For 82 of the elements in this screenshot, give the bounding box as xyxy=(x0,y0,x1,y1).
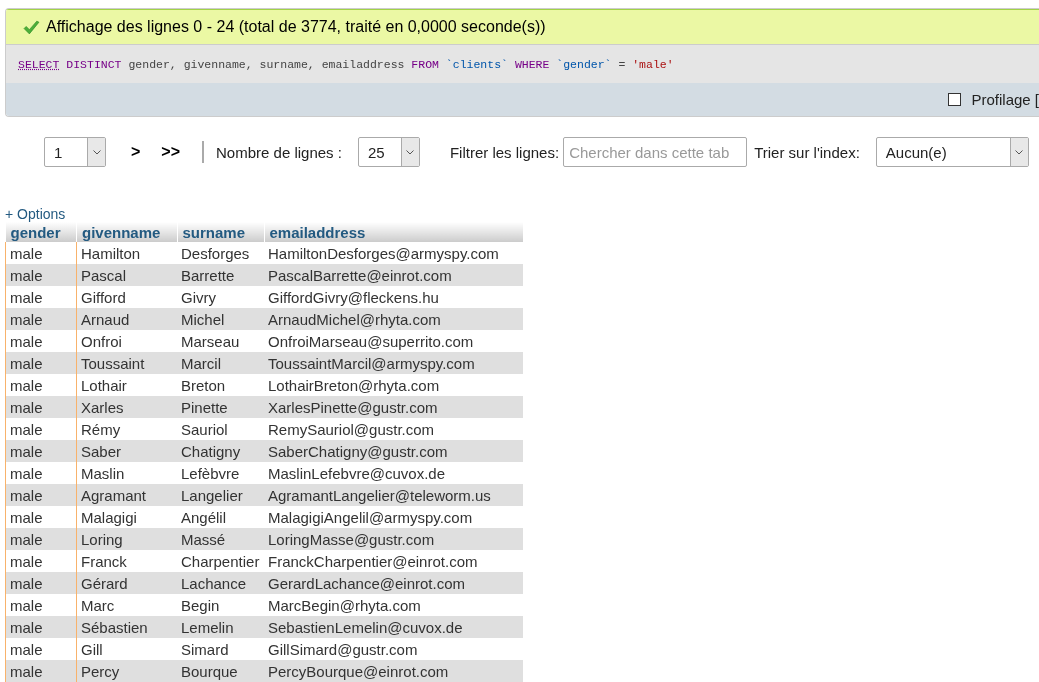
table-cell: ToussaintMarcil@armyspy.com xyxy=(264,352,523,374)
table-cell: Massé xyxy=(177,528,264,550)
table-cell: PercyBourque@einrot.com xyxy=(264,660,523,682)
table-cell: male xyxy=(5,572,77,594)
table-cell: male xyxy=(5,440,77,462)
table-cell: RemySauriol@gustr.com xyxy=(264,418,523,440)
caret-icon xyxy=(1015,149,1024,155)
table-cell: Langelier xyxy=(177,484,264,506)
table-cell: Arnaud xyxy=(76,308,177,330)
table-cell: Lemelin xyxy=(177,616,264,638)
table-cell: male xyxy=(5,264,77,286)
page-select[interactable]: 1 xyxy=(44,137,106,167)
table-cell: Pinette xyxy=(177,396,264,418)
table-cell: Barrette xyxy=(177,264,264,286)
message-text: Affichage des lignes 0 - 24 (total de 3774, traité en 0,0000 seconde(s)) xyxy=(46,18,546,36)
table-cell: PascalBarrette@einrot.com xyxy=(264,264,523,286)
table-cell: male xyxy=(5,308,77,330)
table-cell: Sauriol xyxy=(177,418,264,440)
table-cell: Sébastien xyxy=(76,616,177,638)
column-header[interactable]: givenname xyxy=(76,222,177,242)
table-cell: Givry xyxy=(177,286,264,308)
table-cell: Bourque xyxy=(177,660,264,682)
table-cell: Simard xyxy=(177,638,264,660)
table-cell: Loring xyxy=(76,528,177,550)
table-cell: LoringMasse@gustr.com xyxy=(264,528,523,550)
table-cell: FranckCharpentier@einrot.com xyxy=(264,550,523,572)
table-cell: SaberChatigny@gustr.com xyxy=(264,440,523,462)
table-cell: male xyxy=(5,616,77,638)
table-cell: male xyxy=(5,528,77,550)
table-cell: GillSimard@gustr.com xyxy=(264,638,523,660)
table-cell: Lefèbvre xyxy=(177,462,264,484)
table-cell: HamiltonDesforges@armyspy.com xyxy=(264,242,523,264)
rows-select[interactable]: 25 xyxy=(357,137,420,167)
table-cell: ArnaudMichel@rhyta.com xyxy=(264,308,523,330)
filter-field[interactable]: Chercher dans cette tab xyxy=(563,137,748,167)
table-cell: Agramant xyxy=(76,484,177,506)
column-header[interactable]: emailaddress xyxy=(264,222,523,242)
table-cell: Charpentier xyxy=(177,550,264,572)
sort-select[interactable]: Aucun(e) xyxy=(875,137,1029,167)
rows-label: Nombre de lignes : xyxy=(216,143,342,161)
table-cell: AgramantLangelier@teleworm.us xyxy=(264,484,523,506)
filter-label: Filtrer les lignes: xyxy=(449,143,560,161)
table-cell: Gérard xyxy=(76,572,177,594)
table-cell: Lachance xyxy=(177,572,264,594)
table-cell: GerardLachance@einrot.com xyxy=(264,572,523,594)
table-cell: Marseau xyxy=(177,330,264,352)
sql-query: SELECT DISTINCT gender, givenname, surname, emailaddress FROM `clients` WHERE `gender` = 'male' xyxy=(6,45,1039,83)
table-cell: Xarles xyxy=(76,396,177,418)
table-cell: SebastienLemelin@cuvox.de xyxy=(264,616,523,638)
table-cell: Percy xyxy=(76,660,177,682)
column-header[interactable]: gender xyxy=(5,222,77,242)
table-cell: Desforges xyxy=(177,242,264,264)
column-header[interactable]: surname xyxy=(177,222,264,242)
table-cell: Saber xyxy=(76,440,177,462)
table-cell: Angélil xyxy=(177,506,264,528)
table-cell: Marcil xyxy=(177,352,264,374)
table-cell: Breton xyxy=(177,374,264,396)
table-cell: Chatigny xyxy=(177,440,264,462)
profiling-label[interactable]: Profilage [ xyxy=(971,91,1039,108)
table-cell: male xyxy=(5,660,77,682)
table-cell: Toussaint xyxy=(76,352,177,374)
table-cell: male xyxy=(5,396,77,418)
table-cell: LothairBreton@rhyta.com xyxy=(264,374,523,396)
options-link[interactable]: + Options xyxy=(5,206,66,222)
table-cell: MarcBegin@rhyta.com xyxy=(264,594,523,616)
table-cell: male xyxy=(5,484,77,506)
profiling-checkbox[interactable] xyxy=(948,93,962,106)
caret-icon xyxy=(406,149,415,155)
next-page-button[interactable]: > xyxy=(131,143,141,161)
last-page-button[interactable]: >> xyxy=(161,143,181,161)
table-cell: OnfroiMarseau@superrito.com xyxy=(264,330,523,352)
table-cell: Begin xyxy=(177,594,264,616)
table-cell: Pascal xyxy=(76,264,177,286)
table-cell: MaslinLefebvre@cuvox.de xyxy=(264,462,523,484)
table-cell: male xyxy=(5,352,77,374)
table-cell: MalagigiAngelil@armyspy.com xyxy=(264,506,523,528)
table-cell: XarlesPinette@gustr.com xyxy=(264,396,523,418)
table-cell: GiffordGivry@fleckens.hu xyxy=(264,286,523,308)
sort-label: Trier sur l'index: xyxy=(754,143,860,161)
caret-icon xyxy=(92,149,101,155)
table-cell: Michel xyxy=(177,308,264,330)
checkmark-icon xyxy=(23,19,40,35)
